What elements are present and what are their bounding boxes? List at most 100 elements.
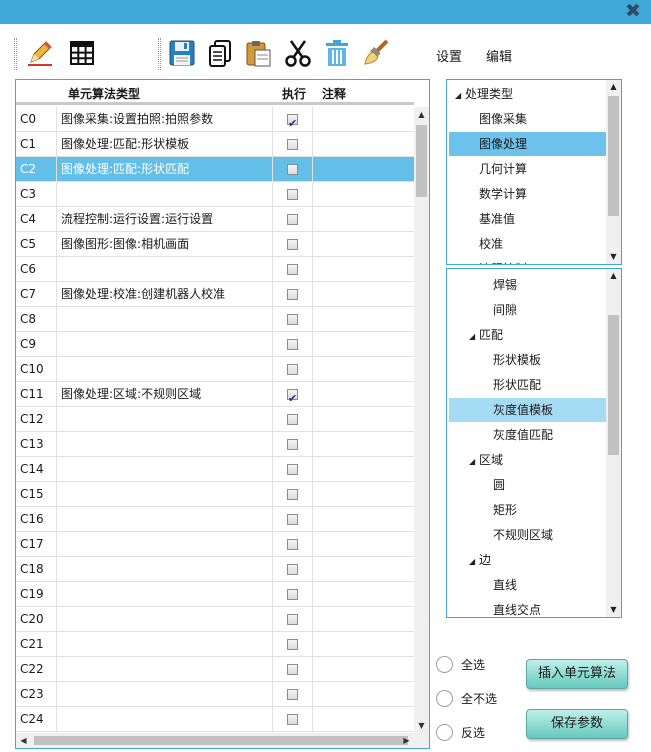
- menu-edit[interactable]: 编辑: [486, 46, 512, 65]
- trash-can-icon[interactable]: [321, 36, 353, 70]
- row-algorithm-type[interactable]: [56, 182, 272, 207]
- table-row[interactable]: C6: [16, 257, 414, 282]
- scroll-thumb[interactable]: [608, 96, 619, 216]
- row-algorithm-type[interactable]: [56, 307, 272, 332]
- row-algorithm-type[interactable]: [56, 357, 272, 382]
- row-note[interactable]: [312, 207, 414, 232]
- tree-node[interactable]: ◢ 匹配: [449, 323, 607, 347]
- save-disk-icon[interactable]: [166, 36, 198, 70]
- exec-checkbox[interactable]: [287, 589, 298, 600]
- row-note[interactable]: [312, 432, 414, 457]
- exec-checkbox[interactable]: [287, 639, 298, 650]
- row-note[interactable]: [312, 607, 414, 632]
- header-exec[interactable]: 执行: [282, 85, 306, 102]
- row-algorithm-type[interactable]: 图像采集:设置拍照:拍照参数: [56, 107, 272, 132]
- exec-checkbox[interactable]: [287, 414, 298, 425]
- row-algorithm-type[interactable]: [56, 482, 272, 507]
- insert-algorithm-button[interactable]: 插入单元算法: [526, 659, 628, 689]
- exec-checkbox[interactable]: [287, 139, 298, 150]
- table-row[interactable]: C20: [16, 607, 414, 632]
- row-algorithm-type[interactable]: 流程控制:运行设置:运行设置: [56, 207, 272, 232]
- tree-scrollbar[interactable]: ▲ ▼: [606, 80, 621, 264]
- table-row[interactable]: C19: [16, 582, 414, 607]
- exec-checkbox[interactable]: [287, 714, 298, 725]
- scroll-left-icon[interactable]: ◀: [16, 733, 31, 748]
- table-row[interactable]: C13: [16, 432, 414, 457]
- table-row[interactable]: C23: [16, 682, 414, 707]
- row-algorithm-type[interactable]: [56, 582, 272, 607]
- radio-select-none[interactable]: 全不选: [436, 688, 497, 708]
- paste-clipboard-icon[interactable]: [242, 36, 274, 70]
- row-note[interactable]: [312, 532, 414, 557]
- tree-node[interactable]: 灰度值匹配: [449, 423, 607, 447]
- row-algorithm-type[interactable]: [56, 707, 272, 732]
- table-row[interactable]: C21: [16, 632, 414, 657]
- menu-settings[interactable]: 设置: [436, 46, 462, 65]
- header-note[interactable]: 注释: [322, 85, 346, 102]
- row-note[interactable]: [312, 457, 414, 482]
- save-params-button[interactable]: 保存参数: [526, 709, 628, 739]
- table-row[interactable]: C8: [16, 307, 414, 332]
- expand-triangle-icon[interactable]: ◢: [469, 450, 479, 474]
- pencil-icon[interactable]: [24, 36, 56, 70]
- radio-circle[interactable]: [436, 723, 453, 741]
- row-algorithm-type[interactable]: 图像处理:区域:不规则区域: [56, 382, 272, 407]
- table-row[interactable]: C5 图像图形:图像:相机画面: [16, 232, 414, 257]
- tree-node[interactable]: ◢ 边: [449, 548, 607, 572]
- tree-node[interactable]: 校准: [449, 232, 607, 256]
- row-algorithm-type[interactable]: [56, 682, 272, 707]
- exec-checkbox[interactable]: [287, 664, 298, 675]
- scroll-up-icon[interactable]: ▲: [606, 80, 621, 94]
- row-note[interactable]: [312, 157, 414, 182]
- exec-checkbox[interactable]: [287, 264, 298, 275]
- tree-node[interactable]: 焊锡: [449, 273, 607, 297]
- table-row[interactable]: C15: [16, 482, 414, 507]
- row-note[interactable]: [312, 232, 414, 257]
- row-algorithm-type[interactable]: [56, 557, 272, 582]
- scroll-down-icon[interactable]: ▼: [606, 603, 621, 617]
- radio-select-all[interactable]: 全选: [436, 654, 485, 674]
- row-algorithm-type[interactable]: 图像处理:匹配:形状模板: [56, 132, 272, 157]
- scroll-thumb[interactable]: [416, 125, 427, 197]
- scroll-down-icon[interactable]: ▼: [414, 718, 429, 733]
- tree-scrollbar[interactable]: ▲ ▼: [606, 269, 621, 617]
- scroll-right-icon[interactable]: ▶: [399, 733, 414, 748]
- exec-checkbox[interactable]: [287, 112, 298, 132]
- row-note[interactable]: [312, 682, 414, 707]
- expand-triangle-icon[interactable]: ◢: [469, 550, 479, 574]
- row-algorithm-type[interactable]: [56, 332, 272, 357]
- row-algorithm-type[interactable]: [56, 457, 272, 482]
- exec-checkbox[interactable]: [287, 189, 298, 200]
- scroll-down-icon[interactable]: ▼: [606, 250, 621, 264]
- header-type[interactable]: 单元算法类型: [68, 85, 140, 102]
- row-note[interactable]: [312, 382, 414, 407]
- close-icon[interactable]: ✖: [623, 1, 643, 21]
- scissors-cut-icon[interactable]: [282, 36, 314, 70]
- exec-checkbox[interactable]: [287, 289, 298, 300]
- row-note[interactable]: [312, 657, 414, 682]
- row-algorithm-type[interactable]: [56, 632, 272, 657]
- tree-node[interactable]: 灰度值模板: [449, 398, 607, 422]
- row-note[interactable]: [312, 482, 414, 507]
- exec-checkbox[interactable]: [287, 239, 298, 250]
- grid-vertical-scrollbar[interactable]: ▲ ▼: [414, 107, 429, 733]
- exec-checkbox[interactable]: [287, 314, 298, 325]
- copy-document-icon[interactable]: [204, 36, 236, 70]
- scroll-up-icon[interactable]: ▲: [414, 107, 429, 122]
- row-note[interactable]: [312, 582, 414, 607]
- table-row[interactable]: C12: [16, 407, 414, 432]
- table-row[interactable]: C14: [16, 457, 414, 482]
- tree-node[interactable]: 不规则区域: [449, 523, 607, 547]
- tree-node[interactable]: 流程控制: [449, 257, 607, 264]
- exec-checkbox[interactable]: [287, 539, 298, 550]
- tree-node[interactable]: 图像采集: [449, 107, 607, 131]
- row-note[interactable]: [312, 132, 414, 157]
- row-note[interactable]: [312, 357, 414, 382]
- scroll-thumb[interactable]: [34, 736, 408, 745]
- table-row[interactable]: C0 图像采集:设置拍照:拍照参数: [16, 107, 414, 132]
- row-algorithm-type[interactable]: [56, 432, 272, 457]
- exec-checkbox[interactable]: [287, 387, 298, 407]
- radio-circle[interactable]: [436, 689, 453, 707]
- tree-node[interactable]: 直线交点: [449, 598, 607, 617]
- table-row[interactable]: C3: [16, 182, 414, 207]
